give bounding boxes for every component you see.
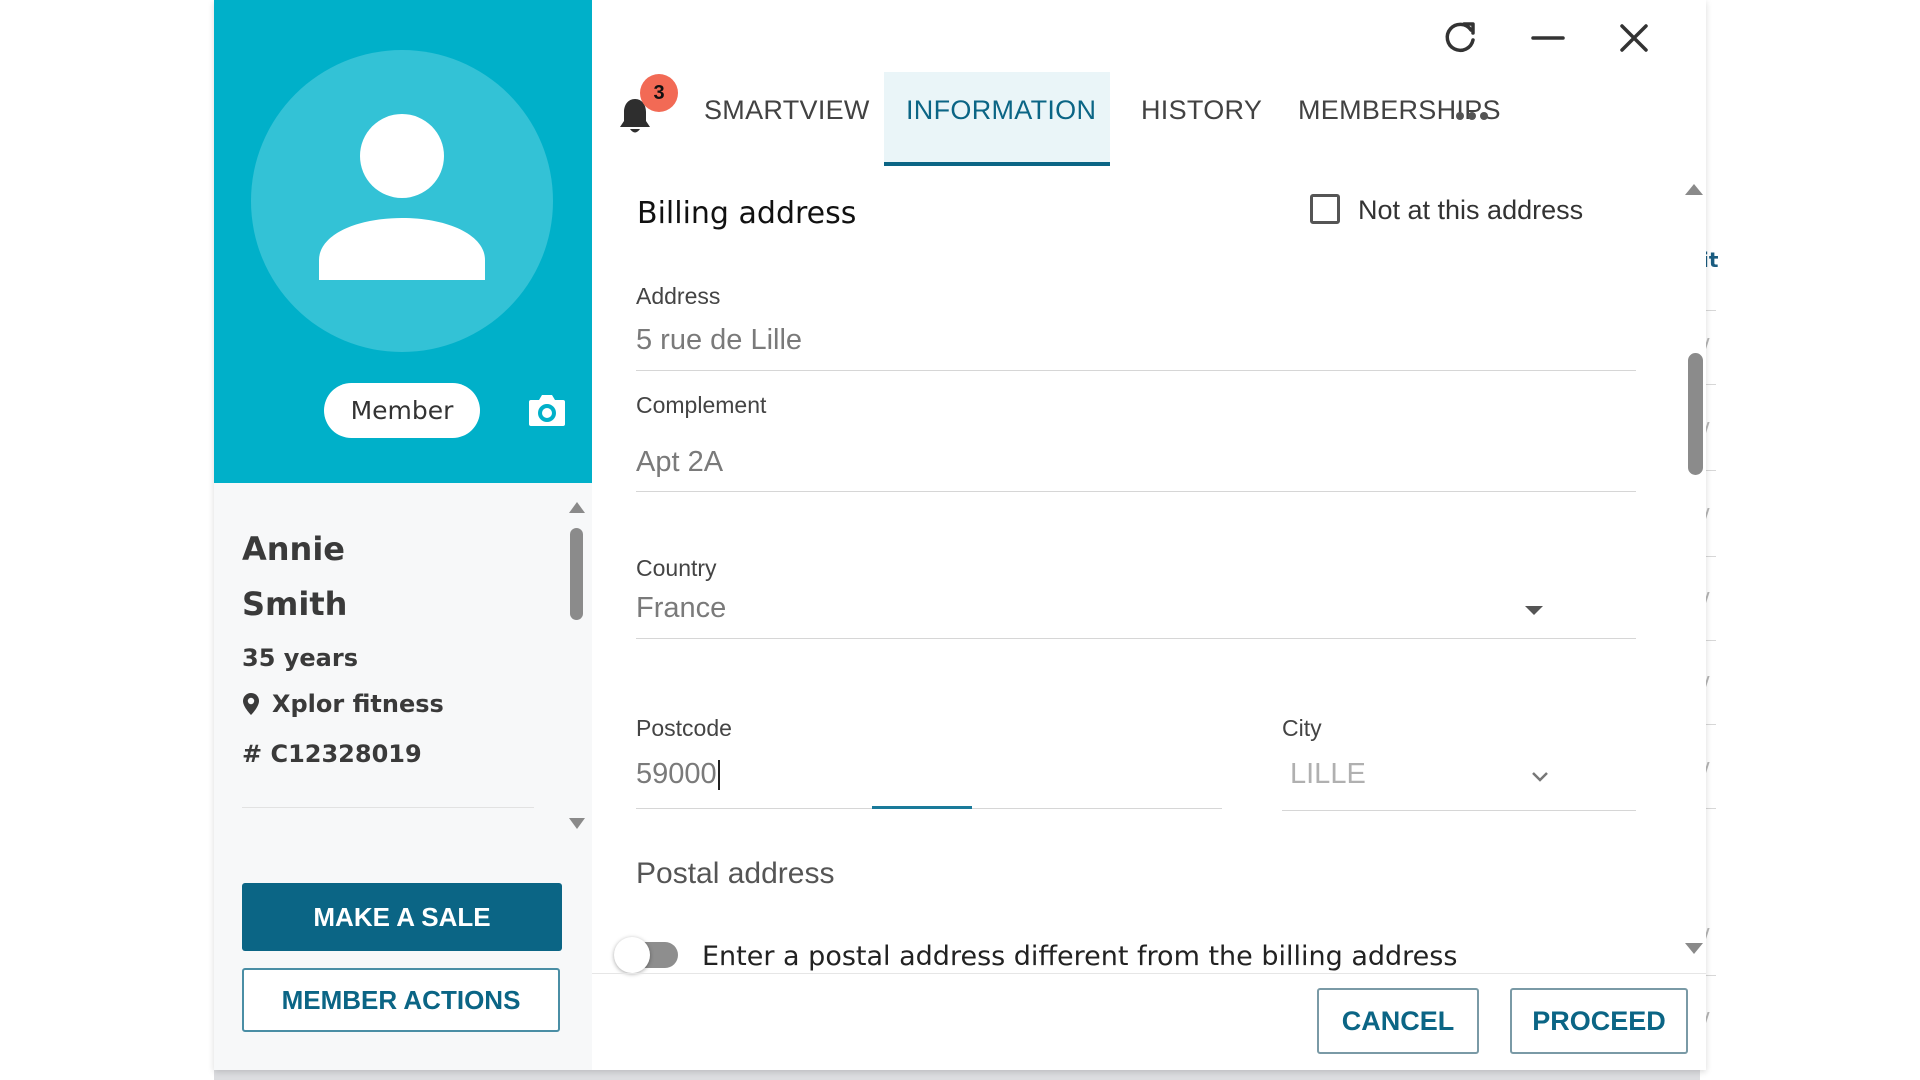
active-tab-underline — [884, 162, 1110, 166]
minimize-icon[interactable] — [1528, 18, 1568, 58]
member-id: # C12328019 — [242, 740, 422, 768]
scroll-up-arrow-icon[interactable] — [1684, 182, 1704, 196]
postcode-focus-indicator — [872, 806, 972, 809]
proceed-button[interactable]: PROCEED — [1510, 988, 1688, 1054]
postal-address-title: Postal address — [636, 857, 835, 890]
scroll-down-arrow-icon[interactable] — [1684, 942, 1704, 956]
not-at-this-address-checkbox[interactable] — [1310, 194, 1340, 224]
country-label: Country — [636, 555, 717, 581]
postal-address-toggle-label: Enter a postal address different from th… — [702, 941, 1458, 972]
postcode-label: Postcode — [636, 715, 732, 741]
make-a-sale-button[interactable]: MAKE A SALE — [242, 883, 562, 951]
scroll-up-arrow-icon[interactable] — [568, 500, 586, 514]
city-select-underline — [1282, 810, 1636, 811]
tab-history[interactable]: HISTORY — [1141, 95, 1262, 126]
age: 35 years — [242, 644, 358, 672]
city-select[interactable]: LILLE — [1290, 758, 1366, 791]
complement-field[interactable]: Apt 2A — [636, 446, 723, 479]
member-dialog: Member Annie Smith 35 years Xplor fitnes… — [214, 0, 1706, 1070]
billing-address-title: Billing address — [637, 196, 857, 231]
postcode-input[interactable]: 59000 — [636, 758, 720, 791]
address-label: Address — [636, 283, 721, 309]
more-options-icon[interactable] — [1455, 110, 1489, 122]
avatar[interactable] — [251, 50, 553, 352]
scrollbar-thumb[interactable] — [570, 528, 583, 620]
first-name: Annie — [242, 530, 345, 568]
chevron-down-icon[interactable] — [1530, 770, 1550, 784]
divider — [242, 807, 534, 808]
member-sidebar: Member Annie Smith 35 years Xplor fitnes… — [214, 0, 592, 1070]
scroll-down-arrow-icon[interactable] — [568, 817, 586, 831]
profile-header: Member — [214, 0, 592, 483]
status-badge: Member — [324, 383, 480, 438]
text-cursor — [717, 760, 720, 791]
location-pin-icon — [243, 693, 259, 715]
country-select[interactable]: France — [636, 592, 726, 625]
refresh-icon[interactable] — [1440, 18, 1480, 58]
tab-information[interactable]: INFORMATION — [906, 95, 1096, 126]
complement-label: Complement — [636, 392, 767, 418]
postal-address-toggle-knob[interactable] — [614, 937, 650, 973]
country-select-underline — [636, 638, 1636, 639]
address-field-underline — [636, 370, 1636, 371]
cancel-button[interactable]: CANCEL — [1317, 988, 1479, 1054]
notification-count-badge: 3 — [640, 74, 678, 112]
member-actions-button[interactable]: MEMBER ACTIONS — [242, 968, 560, 1032]
person-icon — [319, 114, 485, 280]
camera-icon[interactable] — [527, 392, 567, 428]
postcode-value: 59000 — [636, 758, 717, 790]
complement-field-underline — [636, 491, 1636, 492]
dropdown-caret-icon[interactable] — [1525, 606, 1543, 615]
last-name: Smith — [242, 585, 348, 623]
club-location: Xplor fitness — [242, 690, 444, 718]
scrollbar-thumb[interactable] — [1688, 353, 1703, 475]
tab-smartview[interactable]: SMARTVIEW — [704, 95, 870, 126]
not-at-this-address-label[interactable]: Not at this address — [1358, 195, 1583, 226]
close-icon[interactable] — [1614, 18, 1654, 58]
footer-divider — [592, 973, 1706, 974]
city-label: City — [1282, 715, 1322, 741]
club-name: Xplor fitness — [272, 690, 444, 718]
address-field[interactable]: 5 rue de Lille — [636, 324, 802, 357]
information-panel: 3 SMARTVIEW INFORMATION HISTORY MEMBERSH… — [592, 0, 1706, 1070]
